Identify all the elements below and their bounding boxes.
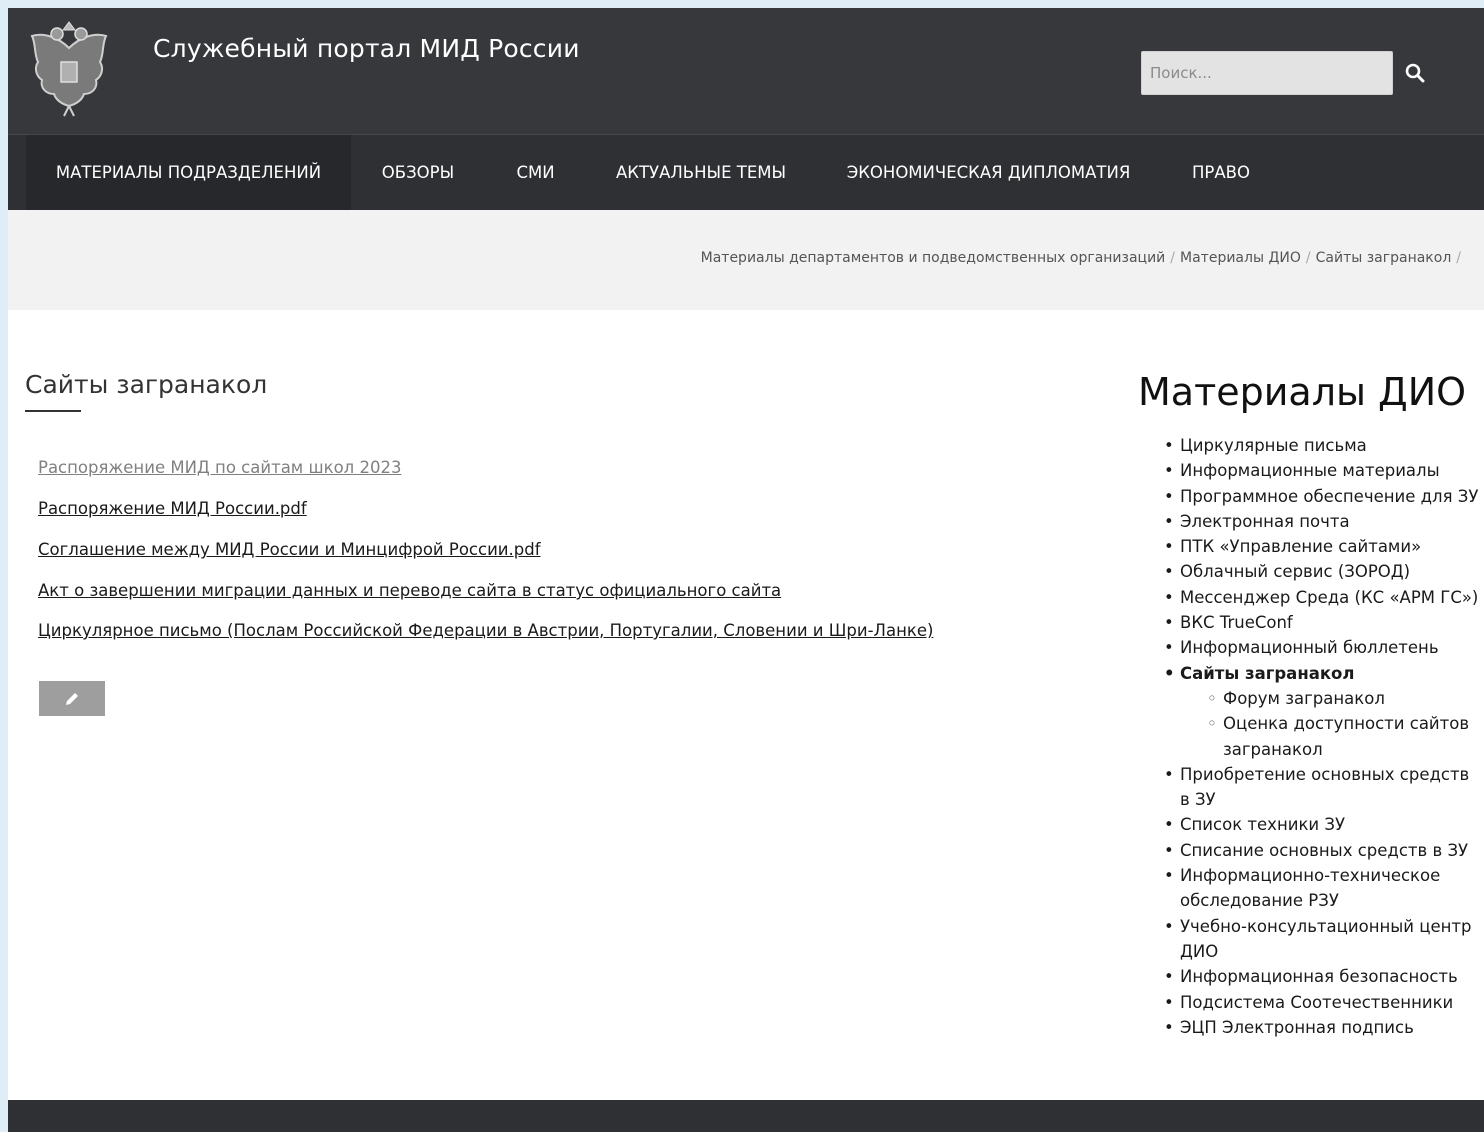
page-title: Сайты загранакол — [25, 370, 268, 399]
sidebar-item: Мессенджер Среда (КС «АРМ ГС») — [1164, 585, 1480, 611]
sidebar-link[interactable]: ПТК «Управление сайтами» — [1180, 537, 1421, 556]
sidebar-item: Программное обеспечение для ЗУ — [1164, 484, 1480, 510]
sidebar-link[interactable]: Информационные материалы — [1180, 461, 1440, 480]
sidebar-link[interactable]: Списание основных средств в ЗУ — [1180, 841, 1468, 860]
sidebar-link[interactable]: Циркулярные письма — [1180, 436, 1367, 455]
breadcrumb-item-current[interactable]: Сайты загранакол — [1316, 250, 1452, 266]
title-underline — [25, 410, 81, 412]
sidebar-link[interactable]: Облачный сервис (ЗОРОД) — [1180, 562, 1410, 581]
sidebar-link[interactable]: Подсистема Соотечественники — [1180, 993, 1453, 1012]
sidebar-list: Циркулярные письма Информационные матери… — [1164, 433, 1480, 1041]
nav-item-reviews[interactable]: ОБЗОРЫ — [351, 135, 485, 210]
breadcrumb-bar: Материалы департаментов и подведомственн… — [8, 210, 1484, 310]
header: Служебный портал МИД России — [8, 8, 1484, 134]
sidebar-link[interactable]: Мессенджер Среда (КС «АРМ ГС») — [1180, 588, 1478, 607]
sidebar-sublink[interactable]: Форум загранакол — [1223, 689, 1385, 708]
sidebar-link[interactable]: Приобретение основных средств в ЗУ — [1180, 765, 1469, 809]
sidebar-item: ЭЦП Электронная подпись — [1164, 1015, 1480, 1041]
main-nav: МАТЕРИАЛЫ ПОДРАЗДЕЛЕНИЙ ОБЗОРЫ СМИ АКТУА… — [8, 134, 1484, 210]
sidebar-link[interactable]: ЭЦП Электронная подпись — [1180, 1018, 1414, 1037]
sidebar-item: Информационная безопасность — [1164, 964, 1480, 990]
sidebar-link[interactable]: ВКС TrueConf — [1180, 613, 1293, 632]
sidebar-item: Информационно-техническое обследование Р… — [1164, 863, 1480, 914]
page: Служебный портал МИД России МАТЕРИАЛЫ ПО… — [8, 8, 1484, 1132]
sidebar-link[interactable]: Информационно-техническое обследование Р… — [1180, 866, 1440, 910]
sidebar-link[interactable]: Электронная почта — [1180, 512, 1350, 531]
search-input[interactable] — [1141, 51, 1393, 95]
doc-link[interactable]: Соглашение между МИД России и Минцифрой … — [38, 540, 541, 559]
coat-of-arms-logo[interactable] — [24, 20, 114, 120]
sidebar-item: Учебно-консультационный центр ДИО — [1164, 914, 1480, 965]
doc-link[interactable]: Циркулярное письмо (Послам Российской Фе… — [38, 621, 933, 640]
breadcrumb-separator: / — [1305, 250, 1311, 266]
sidebar-link[interactable]: Информационный бюллетень — [1180, 638, 1439, 657]
nav-item-economic-diplomacy[interactable]: ЭКОНОМИЧЕСКАЯ ДИПЛОМАТИЯ — [816, 135, 1161, 210]
sidebar-item: Подсистема Соотечественники — [1164, 990, 1480, 1016]
doc-link[interactable]: Распоряжение МИД по сайтам школ 2023 — [38, 458, 401, 477]
sidebar-sublist: Форум загранакол Оценка доступности сайт… — [1180, 686, 1480, 762]
sidebar-title: Материалы ДИО — [1138, 370, 1467, 414]
sidebar-item: Информационные материалы — [1164, 458, 1480, 484]
sidebar-link[interactable]: Учебно-консультационный центр ДИО — [1180, 917, 1472, 961]
breadcrumb: Материалы департаментов и подведомственн… — [701, 250, 1466, 266]
footer — [8, 1100, 1484, 1132]
site-title[interactable]: Служебный портал МИД России — [153, 34, 580, 63]
sidebar-link[interactable]: Информационная безопасность — [1180, 967, 1458, 986]
sidebar-link[interactable]: Программное обеспечение для ЗУ — [1180, 487, 1478, 506]
search-icon — [1405, 63, 1425, 83]
sidebar-link[interactable]: Список техники ЗУ — [1180, 815, 1345, 834]
nav-item-law[interactable]: ПРАВО — [1161, 135, 1281, 210]
nav-item-topics[interactable]: АКТУАЛЬНЫЕ ТЕМЫ — [586, 135, 816, 210]
pencil-icon — [66, 692, 78, 705]
sidebar-item: ВКС TrueConf — [1164, 610, 1480, 636]
nav-item-media[interactable]: СМИ — [485, 135, 586, 210]
sidebar-item: Облачный сервис (ЗОРОД) — [1164, 559, 1480, 585]
breadcrumb-item[interactable]: Материалы департаментов и подведомственн… — [701, 250, 1166, 266]
sidebar-item: Список техники ЗУ — [1164, 812, 1480, 838]
breadcrumb-item[interactable]: Материалы ДИО — [1180, 250, 1301, 266]
sidebar-item: Информационный бюллетень — [1164, 635, 1480, 661]
sidebar-item: Электронная почта — [1164, 509, 1480, 535]
sidebar-item: Циркулярные письма — [1164, 433, 1480, 459]
sidebar-item-current: Сайты загранакол Форум загранакол Оценка… — [1164, 661, 1480, 762]
doc-link[interactable]: Распоряжение МИД России.pdf — [38, 499, 307, 518]
search-button[interactable] — [1397, 51, 1433, 95]
breadcrumb-separator: / — [1456, 250, 1461, 266]
sidebar-item: Приобретение основных средств в ЗУ — [1164, 762, 1480, 813]
sidebar-link-current[interactable]: Сайты загранакол — [1180, 664, 1354, 683]
sidebar-sublink[interactable]: Оценка доступности сайтов загранакол — [1223, 714, 1469, 758]
sidebar-subitem: Оценка доступности сайтов загранакол — [1207, 711, 1480, 762]
sidebar-subitem: Форум загранакол — [1207, 686, 1480, 712]
doc-link[interactable]: Акт о завершении миграции данных и перев… — [38, 581, 781, 600]
sidebar-item: ПТК «Управление сайтами» — [1164, 534, 1480, 560]
nav-item-materials[interactable]: МАТЕРИАЛЫ ПОДРАЗДЕЛЕНИЙ — [26, 135, 351, 210]
breadcrumb-separator: / — [1170, 250, 1176, 266]
sidebar-item: Списание основных средств в ЗУ — [1164, 838, 1480, 864]
edit-button[interactable] — [39, 681, 105, 716]
